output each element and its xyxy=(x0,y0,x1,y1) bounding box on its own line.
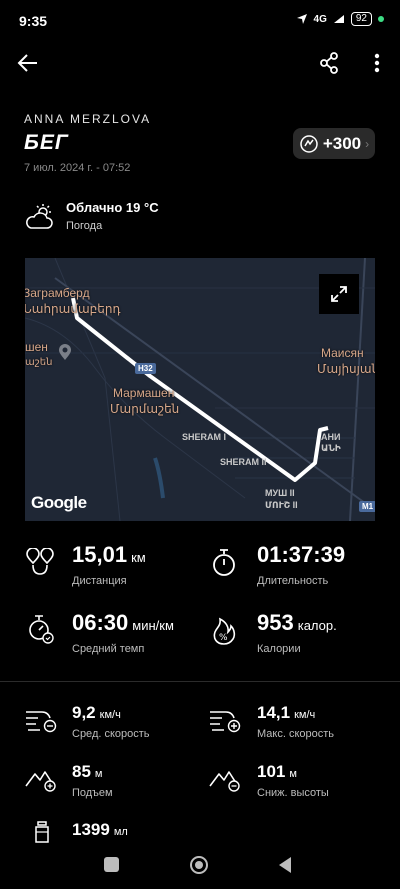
descent-value: 101 xyxy=(257,762,286,781)
back-nav-button[interactable] xyxy=(277,856,293,874)
distance-unit: км xyxy=(131,550,146,565)
system-nav-bar xyxy=(0,830,400,889)
stopwatch-icon xyxy=(210,548,238,583)
max-speed-label: Макс. скорость xyxy=(257,728,335,740)
signal-icon xyxy=(333,15,344,23)
distance-value: 15,01 xyxy=(72,542,128,567)
calories-label: Калории xyxy=(257,643,301,655)
descent-icon xyxy=(208,764,242,797)
weather-title: Облачно 19 °C xyxy=(66,200,159,215)
privacy-dot xyxy=(378,16,384,22)
home-circle-icon xyxy=(190,856,208,874)
menu-button[interactable] xyxy=(362,48,392,78)
pace-value-wrap: 06:30 мин/км xyxy=(72,610,174,636)
chevron-right-icon: › xyxy=(365,136,370,151)
map-label-left-hy: աշեն xyxy=(25,357,53,368)
points-value: +300 xyxy=(322,133,362,153)
athlete-name[interactable]: ANNA MERZLOVA xyxy=(24,112,151,126)
map-label-mush2: ՄՈՒՇ II xyxy=(265,500,298,510)
recent-apps-button[interactable] xyxy=(104,857,119,872)
activity-type: БЕГ xyxy=(24,131,69,154)
map-label-village3-hy: Մայիսյան xyxy=(317,362,375,376)
distance-value-wrap: 15,01 км xyxy=(72,542,146,568)
more-vertical-icon xyxy=(374,53,380,73)
ascent-unit: м xyxy=(94,768,103,780)
avg-speed-value: 9,2 xyxy=(72,703,96,722)
share-icon xyxy=(320,52,338,74)
activity-datetime: 7 июл. 2024 г. - 07:52 xyxy=(24,162,131,174)
map-label-village3-ru: Маисян xyxy=(321,346,364,360)
pace-unit: мин/км xyxy=(132,618,174,633)
ascent-value-wrap: 85 м xyxy=(72,762,102,782)
network-label: 4G xyxy=(313,13,327,25)
cloud-sun-icon xyxy=(26,204,53,229)
duration-value: 01:37:39 xyxy=(257,542,346,567)
battery-indicator: 92 xyxy=(350,12,372,26)
avg-speed-icon xyxy=(24,706,58,739)
ascent-value: 85 xyxy=(72,762,91,781)
calories-icon: % xyxy=(210,616,238,651)
descent-label: Сниж. высоты xyxy=(257,787,329,799)
descent-unit: м xyxy=(289,768,297,780)
distance-label: Дистанция xyxy=(72,575,127,587)
calories-value: 953 xyxy=(257,610,294,635)
descent-value-wrap: 101 м xyxy=(257,762,297,782)
weather-subtitle: Погода xyxy=(66,220,103,232)
map-label-village2-ru: Мармашен xyxy=(113,386,175,400)
route-map[interactable]: Заграмберд Նահրամաբերդ шен աշեն H32 Марм… xyxy=(25,258,375,521)
calories-unit: калор. xyxy=(297,618,337,633)
status-icons: 4G 92 xyxy=(296,12,384,26)
calories-value-wrap: 953 калор. xyxy=(257,610,337,636)
ascent-icon xyxy=(24,764,58,797)
map-label-village1-ru: Заграмберд xyxy=(25,286,90,300)
points-badge[interactable]: +300 › xyxy=(293,128,375,159)
expand-icon xyxy=(331,286,347,302)
share-button[interactable] xyxy=(314,48,344,78)
status-time: 9:35 xyxy=(19,13,48,29)
max-speed-icon xyxy=(208,706,242,739)
google-logo: Google xyxy=(31,493,87,512)
avg-speed-unit: км/ч xyxy=(99,709,121,721)
map-label-sheram1: SHERAM I xyxy=(182,432,227,442)
duration-label: Длительность xyxy=(257,575,329,587)
map-label-sheram2: SHERAM II xyxy=(220,457,267,467)
section-divider xyxy=(0,681,400,682)
road-badge-m1: M1 xyxy=(359,501,375,512)
arrow-left-icon xyxy=(17,54,37,72)
home-button[interactable] xyxy=(189,855,209,875)
map-label-village1-hy: Նահրամաբերդ xyxy=(25,302,121,316)
max-speed-unit: км/ч xyxy=(294,709,316,721)
map-label-mush1: МУШ II xyxy=(265,488,295,498)
avg-speed-label: Сред. скорость xyxy=(72,728,150,740)
map-label-village2-hy: Մարմաշեն xyxy=(110,402,180,416)
expand-map-button[interactable] xyxy=(319,274,359,314)
road-badge-h32: H32 xyxy=(135,363,156,374)
avg-speed-value-wrap: 9,2 км/ч xyxy=(72,703,121,723)
medal-icon xyxy=(300,134,318,153)
svg-text:%: % xyxy=(219,633,228,643)
max-speed-value-wrap: 14,1 км/ч xyxy=(257,703,315,723)
place-pin-icon xyxy=(59,344,71,360)
distance-icon xyxy=(24,547,56,581)
map-label-ani1: АНИ xyxy=(321,432,341,442)
pace-label: Средний темп xyxy=(72,643,145,655)
triangle-back-icon xyxy=(279,857,291,873)
location-arrow-icon xyxy=(296,14,307,24)
pace-icon xyxy=(26,614,56,651)
map-label-left-ru: шен xyxy=(25,340,48,354)
ascent-label: Подъем xyxy=(72,787,113,799)
map-label-ani2: ԱՆԻ xyxy=(321,443,341,453)
max-speed-value: 14,1 xyxy=(257,703,291,722)
back-button[interactable] xyxy=(13,48,43,78)
pace-value: 06:30 xyxy=(72,610,129,635)
